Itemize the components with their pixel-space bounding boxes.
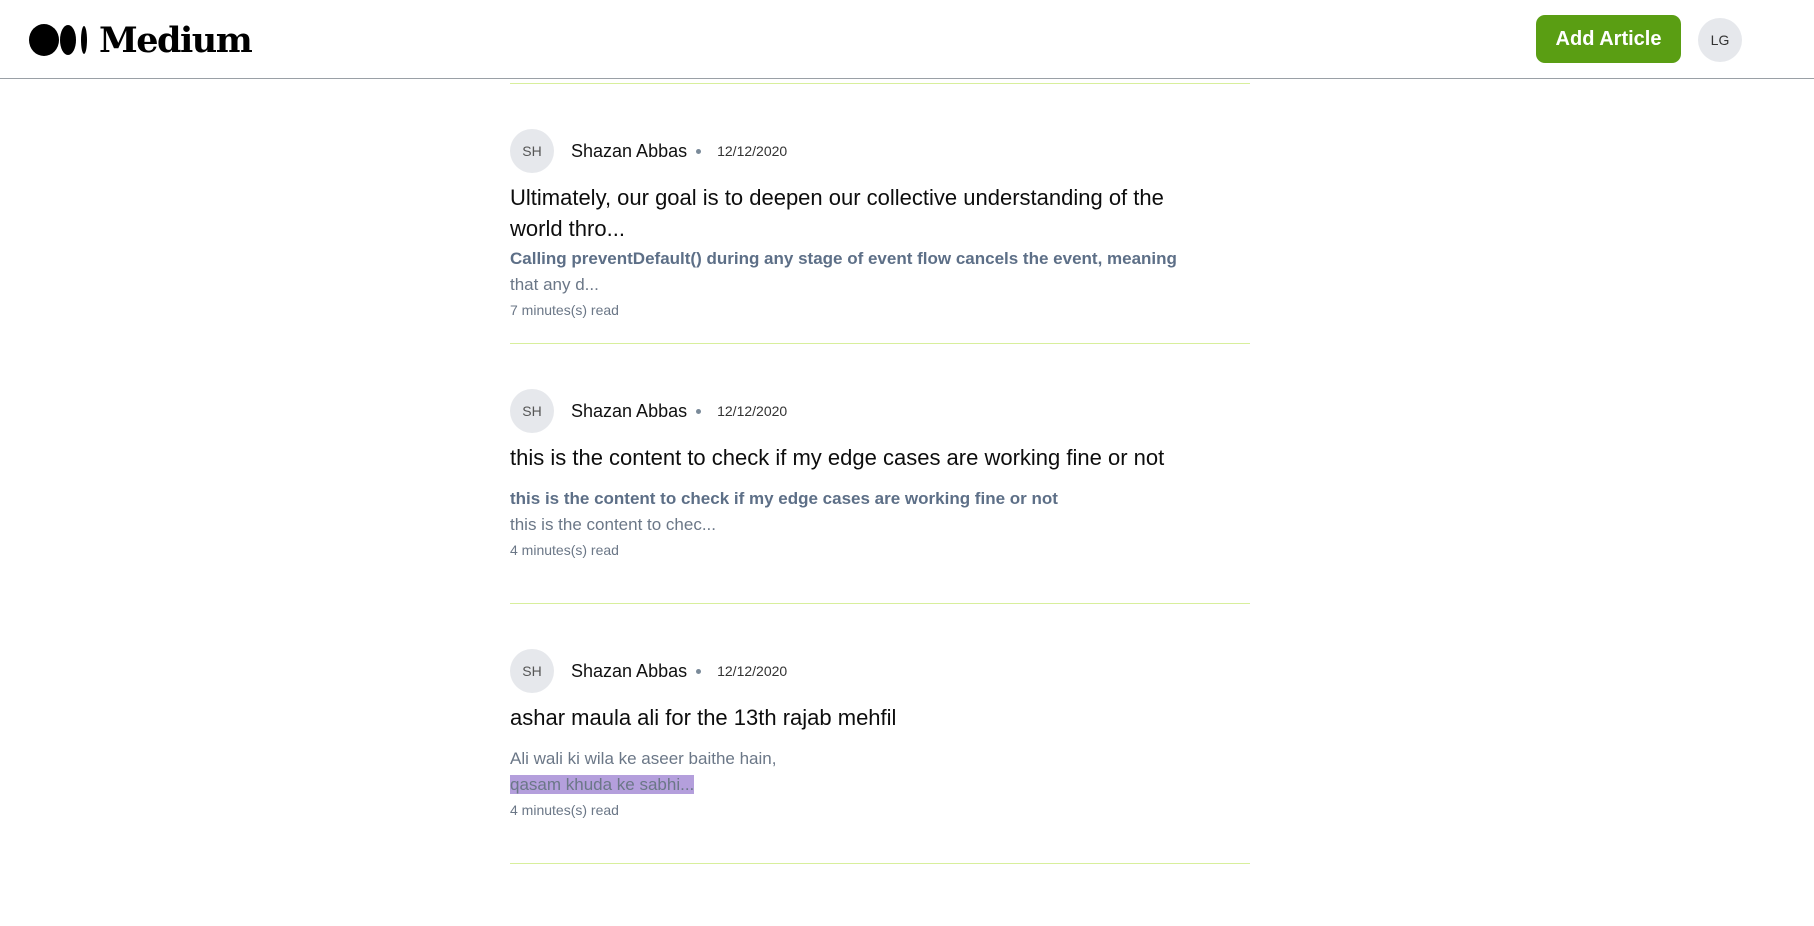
article-card[interactable]: SH Shazan Abbas 12/12/2020 ashar maula a… [510, 604, 1250, 863]
excerpt-lead: Calling preventDefault() during any stag… [510, 249, 1177, 268]
excerpt-lead: this is the content to check if my edge … [510, 489, 1058, 508]
top-navbar: Medium Add Article LG [0, 0, 1814, 79]
add-article-button[interactable]: Add Article [1536, 15, 1681, 63]
article-title[interactable]: Ultimately, our goal is to deepen our co… [510, 182, 1210, 244]
article-feed: SH Shazan Abbas 12/12/2020 Ultimately, o… [510, 79, 1250, 864]
medium-logo[interactable]: Medium [29, 19, 253, 61]
brand-name: Medium [99, 19, 253, 61]
excerpt-rest: that any d... [510, 275, 599, 294]
medium-logo-icon [29, 24, 87, 56]
article-title[interactable]: this is the content to check if my edge … [510, 442, 1210, 473]
author-name[interactable]: Shazan Abbas [571, 141, 687, 162]
meta-separator-dot [696, 148, 702, 154]
meta-separator-dot [696, 668, 702, 674]
author-avatar: SH [510, 389, 554, 433]
article-excerpt: Calling preventDefault() during any stag… [510, 246, 1230, 298]
article-meta: Shazan Abbas 12/12/2020 [571, 401, 787, 421]
read-time: 4 minutes(s) read [510, 542, 619, 558]
article-meta: Shazan Abbas 12/12/2020 [571, 661, 787, 681]
author-avatar: SH [510, 649, 554, 693]
read-time: 7 minutes(s) read [510, 302, 619, 318]
article-meta: Shazan Abbas 12/12/2020 [571, 141, 787, 161]
article-title[interactable]: ashar maula ali for the 13th rajab mehfi… [510, 702, 1210, 733]
article-excerpt: this is the content to check if my edge … [510, 486, 1230, 538]
author-name[interactable]: Shazan Abbas [571, 661, 687, 682]
meta-separator-dot [696, 408, 702, 414]
selected-text: qasam khuda ke sabhi... [510, 775, 695, 794]
author-avatar: SH [510, 129, 554, 173]
excerpt-rest: this is the content to chec... [510, 515, 717, 534]
article-excerpt: Ali wali ki wila ke aseer baithe hain, q… [510, 746, 1230, 798]
publish-date: 12/12/2020 [717, 143, 788, 159]
excerpt-line: Ali wali ki wila ke aseer baithe hain, [510, 749, 777, 768]
user-avatar[interactable]: LG [1698, 18, 1742, 62]
publish-date: 12/12/2020 [717, 403, 788, 419]
article-card[interactable]: SH Shazan Abbas 12/12/2020 Ultimately, o… [510, 84, 1250, 343]
publish-date: 12/12/2020 [717, 663, 788, 679]
divider [510, 863, 1250, 864]
author-name[interactable]: Shazan Abbas [571, 401, 687, 422]
read-time: 4 minutes(s) read [510, 802, 619, 818]
article-card[interactable]: SH Shazan Abbas 12/12/2020 this is the c… [510, 344, 1250, 603]
